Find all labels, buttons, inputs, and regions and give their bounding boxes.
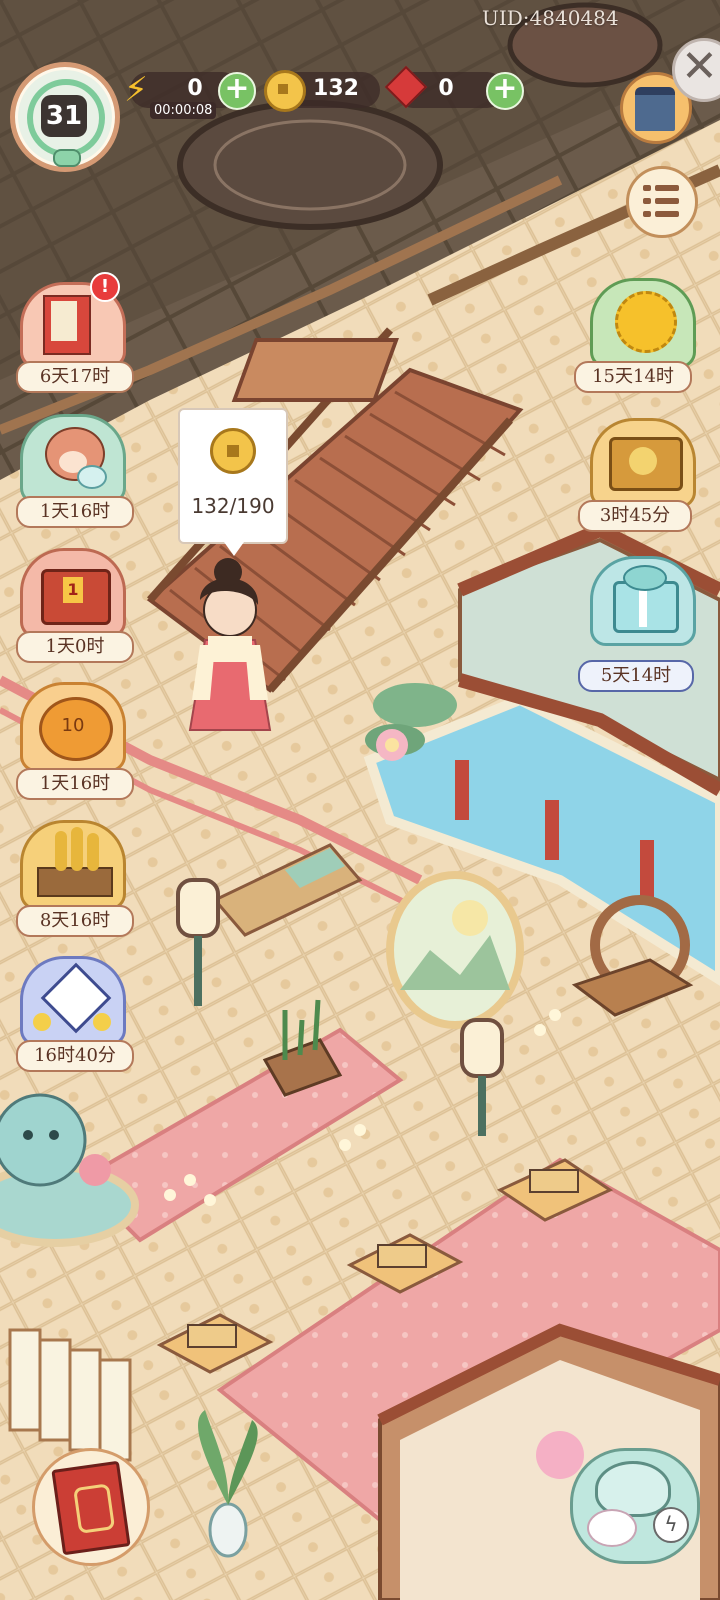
left-event-wheat-harvest[interactable]	[20, 814, 126, 914]
coin-counter: 132	[264, 70, 380, 112]
alert-badge: !	[90, 272, 120, 302]
right-event-gift-box[interactable]	[590, 550, 696, 650]
pavilion-icon	[635, 87, 675, 131]
list-icon	[643, 183, 679, 219]
add-gem-button[interactable]: +	[486, 72, 524, 110]
level-badge: 31	[41, 95, 87, 137]
left-event-pumpkin[interactable]: 10	[20, 676, 126, 776]
bubble-tail	[224, 542, 244, 556]
timer-pumpkin: 1天16时	[16, 768, 134, 800]
bunny-icon	[587, 1509, 637, 1547]
left-event-monkey[interactable]	[20, 408, 126, 508]
add-energy-button[interactable]: +	[218, 72, 256, 110]
timer-gift-box: 5天14时	[578, 660, 694, 692]
teahouse-button[interactable]: ϟ	[570, 1448, 700, 1564]
task-list-button[interactable]	[626, 166, 698, 238]
game-scene	[0, 0, 720, 1600]
treasure-chest-icon: 1	[20, 548, 126, 638]
journal-book-button[interactable]	[32, 1448, 150, 1566]
lightning-icon: ⚡	[124, 70, 148, 110]
gift-box-icon	[590, 556, 696, 646]
chrysanthemum-icon	[590, 278, 696, 368]
level-avatar[interactable]: 31	[10, 62, 120, 172]
right-event-chrysanthemum[interactable]	[590, 272, 696, 372]
monkey-icon	[20, 414, 126, 504]
pumpkin-number-tag: 10	[61, 715, 85, 736]
timer-treasure-chest: 1天0时	[16, 631, 134, 663]
timer-imperial-decree: 6天17时	[16, 361, 134, 393]
coin-capacity-text: 132/190	[191, 494, 275, 518]
right-event-mooncake-box[interactable]	[590, 412, 696, 512]
mooncake-box-icon	[590, 418, 696, 508]
left-event-kite[interactable]	[20, 950, 126, 1050]
wheat-icon	[20, 820, 126, 910]
timer-wheat-harvest: 8天16时	[16, 905, 134, 937]
timer-kite: 16时40分	[16, 1040, 134, 1072]
energy-timer: 00:00:08	[150, 102, 217, 119]
timer-monkey: 1天16时	[16, 496, 134, 528]
coin-value: 132	[313, 76, 359, 101]
pumpkin-icon: 10	[20, 682, 126, 772]
copper-coin-icon	[210, 428, 256, 474]
gem-value: 0	[438, 76, 454, 101]
energy-value: 0	[187, 76, 203, 101]
timer-chrysanthemum: 15天14时	[574, 361, 692, 393]
book-icon	[51, 1460, 131, 1556]
kite-icon	[20, 956, 126, 1046]
lightning-shortcut-icon: ϟ	[653, 1507, 689, 1543]
timer-mooncake-box: 3时45分	[578, 500, 692, 532]
copper-coin-icon	[264, 70, 306, 112]
jade-ornament-icon	[53, 149, 81, 167]
chest-number-tag: 1	[63, 577, 83, 603]
coin-capacity-bubble[interactable]: 132/190	[178, 408, 288, 556]
uid-label: UID:4840484	[482, 6, 619, 30]
left-event-imperial-decree[interactable]: !	[20, 272, 126, 372]
left-event-treasure-chest[interactable]: 1	[20, 542, 126, 642]
close-icon: ✕	[681, 41, 718, 92]
